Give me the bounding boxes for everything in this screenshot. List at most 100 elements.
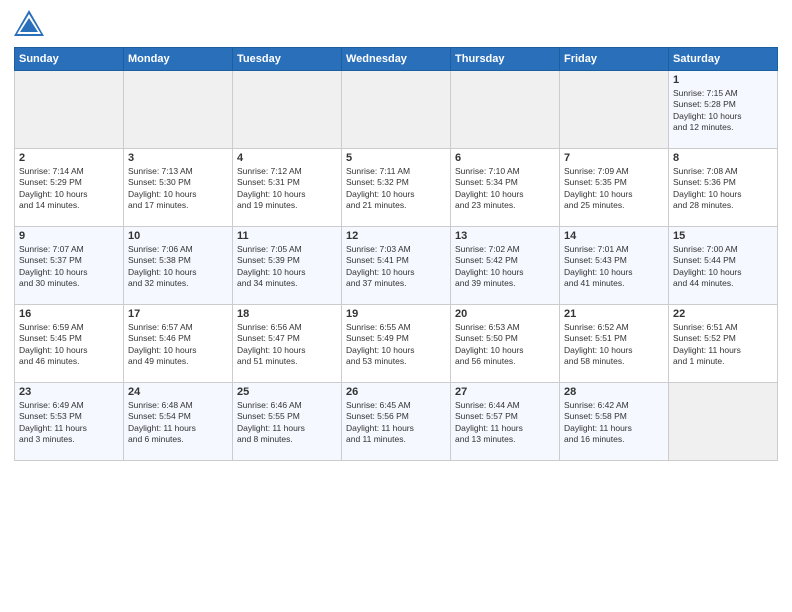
day-number: 6 — [455, 152, 555, 164]
calendar-table: Sunday Monday Tuesday Wednesday Thursday… — [14, 47, 778, 461]
logo — [14, 10, 48, 41]
logo-icon — [14, 10, 44, 41]
calendar-cell — [233, 71, 342, 149]
day-number: 16 — [19, 308, 119, 320]
day-number: 3 — [128, 152, 228, 164]
day-info: Sunrise: 7:05 AM Sunset: 5:39 PM Dayligh… — [237, 244, 337, 290]
day-info: Sunrise: 7:01 AM Sunset: 5:43 PM Dayligh… — [564, 244, 664, 290]
day-number: 26 — [346, 386, 446, 398]
calendar-cell — [451, 71, 560, 149]
day-info: Sunrise: 6:46 AM Sunset: 5:55 PM Dayligh… — [237, 400, 337, 446]
calendar-cell: 25 Sunrise: 6:46 AM Sunset: 5:55 PM Dayli… — [233, 383, 342, 461]
calendar-cell — [560, 71, 669, 149]
day-number: 28 — [564, 386, 664, 398]
day-number: 14 — [564, 230, 664, 242]
day-number: 19 — [346, 308, 446, 320]
col-sunday: Sunday — [15, 48, 124, 71]
day-info: Sunrise: 6:48 AM Sunset: 5:54 PM Dayligh… — [128, 400, 228, 446]
calendar-cell — [124, 71, 233, 149]
day-number: 4 — [237, 152, 337, 164]
calendar-cell: 4 Sunrise: 7:12 AM Sunset: 5:31 PM Daylig… — [233, 149, 342, 227]
calendar-cell: 7 Sunrise: 7:09 AM Sunset: 5:35 PM Daylig… — [560, 149, 669, 227]
col-thursday: Thursday — [451, 48, 560, 71]
calendar-cell: 1Sunrise: 7:15 AM Sunset: 5:28 PM Daylig… — [669, 71, 778, 149]
day-info: Sunrise: 6:57 AM Sunset: 5:46 PM Dayligh… — [128, 322, 228, 368]
calendar-week-2: 9 Sunrise: 7:07 AM Sunset: 5:37 PM Daylig… — [15, 227, 778, 305]
day-number: 21 — [564, 308, 664, 320]
day-info: Sunrise: 7:00 AM Sunset: 5:44 PM Dayligh… — [673, 244, 773, 290]
calendar-week-0: 1Sunrise: 7:15 AM Sunset: 5:28 PM Daylig… — [15, 71, 778, 149]
calendar-cell: 13 Sunrise: 7:02 AM Sunset: 5:42 PM Dayli… — [451, 227, 560, 305]
calendar-cell: 19 Sunrise: 6:55 AM Sunset: 5:49 PM Dayli… — [342, 305, 451, 383]
day-number: 2 — [19, 152, 119, 164]
col-wednesday: Wednesday — [342, 48, 451, 71]
day-number: 12 — [346, 230, 446, 242]
day-number: 8 — [673, 152, 773, 164]
day-number: 11 — [237, 230, 337, 242]
day-number: 13 — [455, 230, 555, 242]
calendar-cell — [669, 383, 778, 461]
calendar-cell: 21Sunrise: 6:52 AM Sunset: 5:51 PM Dayli… — [560, 305, 669, 383]
calendar-week-3: 16 Sunrise: 6:59 AM Sunset: 5:45 PM Dayli… — [15, 305, 778, 383]
day-info: Sunrise: 7:06 AM Sunset: 5:38 PM Dayligh… — [128, 244, 228, 290]
calendar-cell: 27Sunrise: 6:44 AM Sunset: 5:57 PM Dayli… — [451, 383, 560, 461]
day-number: 20 — [455, 308, 555, 320]
calendar-cell: 24 Sunrise: 6:48 AM Sunset: 5:54 PM Dayli… — [124, 383, 233, 461]
day-number: 25 — [237, 386, 337, 398]
calendar-cell: 8 Sunrise: 7:08 AM Sunset: 5:36 PM Daylig… — [669, 149, 778, 227]
day-info: Sunrise: 7:07 AM Sunset: 5:37 PM Dayligh… — [19, 244, 119, 290]
day-info: Sunrise: 7:10 AM Sunset: 5:34 PM Dayligh… — [455, 166, 555, 212]
day-number: 7 — [564, 152, 664, 164]
day-number: 24 — [128, 386, 228, 398]
calendar-cell — [15, 71, 124, 149]
col-saturday: Saturday — [669, 48, 778, 71]
day-number: 22 — [673, 308, 773, 320]
col-friday: Friday — [560, 48, 669, 71]
day-info: Sunrise: 7:12 AM Sunset: 5:31 PM Dayligh… — [237, 166, 337, 212]
day-info: Sunrise: 6:44 AM Sunset: 5:57 PM Dayligh… — [455, 400, 555, 446]
calendar-header: Sunday Monday Tuesday Wednesday Thursday… — [15, 48, 778, 71]
calendar-cell: 26 Sunrise: 6:45 AM Sunset: 5:56 PM Dayli… — [342, 383, 451, 461]
calendar-cell: 6 Sunrise: 7:10 AM Sunset: 5:34 PM Daylig… — [451, 149, 560, 227]
page-container: Sunday Monday Tuesday Wednesday Thursday… — [0, 0, 792, 471]
calendar-cell: 12 Sunrise: 7:03 AM Sunset: 5:41 PM Dayli… — [342, 227, 451, 305]
day-info: Sunrise: 6:45 AM Sunset: 5:56 PM Dayligh… — [346, 400, 446, 446]
day-number: 15 — [673, 230, 773, 242]
day-info: Sunrise: 7:14 AM Sunset: 5:29 PM Dayligh… — [19, 166, 119, 212]
day-info: Sunrise: 6:51 AM Sunset: 5:52 PM Dayligh… — [673, 322, 773, 368]
day-info: Sunrise: 6:53 AM Sunset: 5:50 PM Dayligh… — [455, 322, 555, 368]
day-info: Sunrise: 6:49 AM Sunset: 5:53 PM Dayligh… — [19, 400, 119, 446]
calendar-cell: 17 Sunrise: 6:57 AM Sunset: 5:46 PM Dayli… — [124, 305, 233, 383]
day-number: 23 — [19, 386, 119, 398]
calendar-cell: 28 Sunrise: 6:42 AM Sunset: 5:58 PM Dayli… — [560, 383, 669, 461]
calendar-cell: 11 Sunrise: 7:05 AM Sunset: 5:39 PM Dayli… — [233, 227, 342, 305]
day-info: Sunrise: 7:09 AM Sunset: 5:35 PM Dayligh… — [564, 166, 664, 212]
day-number: 5 — [346, 152, 446, 164]
calendar-cell: 16 Sunrise: 6:59 AM Sunset: 5:45 PM Dayli… — [15, 305, 124, 383]
col-monday: Monday — [124, 48, 233, 71]
calendar-cell: 5 Sunrise: 7:11 AM Sunset: 5:32 PM Daylig… — [342, 149, 451, 227]
calendar-body: 1Sunrise: 7:15 AM Sunset: 5:28 PM Daylig… — [15, 71, 778, 461]
day-info: Sunrise: 6:42 AM Sunset: 5:58 PM Dayligh… — [564, 400, 664, 446]
day-info: Sunrise: 7:03 AM Sunset: 5:41 PM Dayligh… — [346, 244, 446, 290]
calendar-cell: 22 Sunrise: 6:51 AM Sunset: 5:52 PM Dayli… — [669, 305, 778, 383]
calendar-cell: 14 Sunrise: 7:01 AM Sunset: 5:43 PM Dayli… — [560, 227, 669, 305]
calendar-cell: 10 Sunrise: 7:06 AM Sunset: 5:38 PM Dayli… — [124, 227, 233, 305]
calendar-cell: 18Sunrise: 6:56 AM Sunset: 5:47 PM Dayli… — [233, 305, 342, 383]
calendar-cell: 3 Sunrise: 7:13 AM Sunset: 5:30 PM Daylig… — [124, 149, 233, 227]
day-number: 10 — [128, 230, 228, 242]
header-row: Sunday Monday Tuesday Wednesday Thursday… — [15, 48, 778, 71]
calendar-cell: 9 Sunrise: 7:07 AM Sunset: 5:37 PM Daylig… — [15, 227, 124, 305]
day-number: 9 — [19, 230, 119, 242]
day-number: 1 — [673, 74, 773, 86]
day-info: Sunrise: 6:55 AM Sunset: 5:49 PM Dayligh… — [346, 322, 446, 368]
day-number: 18 — [237, 308, 337, 320]
day-info: Sunrise: 7:08 AM Sunset: 5:36 PM Dayligh… — [673, 166, 773, 212]
calendar-cell: 20 Sunrise: 6:53 AM Sunset: 5:50 PM Dayli… — [451, 305, 560, 383]
day-info: Sunrise: 6:59 AM Sunset: 5:45 PM Dayligh… — [19, 322, 119, 368]
calendar-week-4: 23 Sunrise: 6:49 AM Sunset: 5:53 PM Dayli… — [15, 383, 778, 461]
day-number: 17 — [128, 308, 228, 320]
day-info: Sunrise: 7:13 AM Sunset: 5:30 PM Dayligh… — [128, 166, 228, 212]
day-info: Sunrise: 7:02 AM Sunset: 5:42 PM Dayligh… — [455, 244, 555, 290]
day-info: Sunrise: 7:11 AM Sunset: 5:32 PM Dayligh… — [346, 166, 446, 212]
